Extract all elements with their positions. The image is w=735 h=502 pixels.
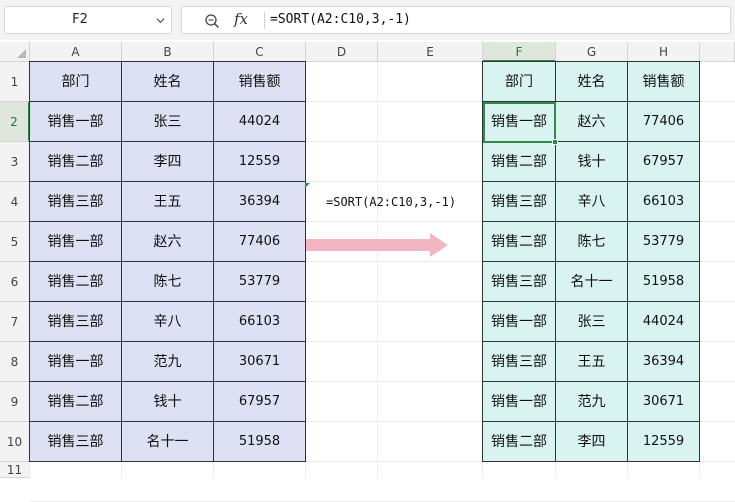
result-cell[interactable]: 30671 [628, 382, 700, 422]
source-cell[interactable]: 30671 [214, 342, 306, 382]
result-cell[interactable]: 67957 [628, 142, 700, 182]
active-cell-border[interactable] [483, 102, 556, 143]
column-header-h[interactable]: H [628, 42, 700, 62]
source-cell[interactable]: 李四 [122, 142, 214, 182]
row-header-4[interactable]: 4 [0, 182, 30, 222]
result-cell[interactable]: 李四 [556, 422, 628, 462]
formula-separator [264, 12, 265, 29]
source-cell[interactable]: 张三 [122, 102, 214, 142]
formula-annotation: =SORT(A2:C10,3,-1) [326, 195, 457, 209]
source-cell[interactable]: 44024 [214, 102, 306, 142]
column-header-e[interactable]: E [378, 42, 483, 62]
source-cell[interactable]: 赵六 [122, 222, 214, 262]
row-header-1[interactable]: 1 [0, 62, 30, 102]
result-cell[interactable]: 51958 [628, 262, 700, 302]
source-cell[interactable]: 销售二部 [29, 382, 122, 422]
source-cell[interactable]: 销售二部 [29, 262, 122, 302]
source-cell[interactable]: 陈七 [122, 262, 214, 302]
row-header-3[interactable]: 3 [0, 142, 30, 182]
formula-input[interactable]: fx =SORT(A2:C10,3,-1) [181, 6, 731, 34]
result-cell[interactable]: 12559 [628, 422, 700, 462]
row-header-11[interactable]: 11 [0, 462, 30, 478]
column-header-filler [700, 42, 735, 62]
select-all-corner[interactable] [0, 42, 30, 62]
result-cell[interactable]: 张三 [556, 302, 628, 342]
source-cell[interactable]: 36394 [214, 182, 306, 222]
result-cell[interactable]: 辛八 [556, 182, 628, 222]
result-cell[interactable]: 销售一部 [482, 302, 556, 342]
source-cell[interactable]: 销售三部 [29, 422, 122, 462]
row-header-8[interactable]: 8 [0, 342, 30, 382]
error-indicator [305, 183, 310, 188]
result-cell[interactable]: 赵六 [556, 102, 628, 142]
fill-handle[interactable] [552, 139, 558, 145]
result-cell[interactable]: 66103 [628, 182, 700, 222]
row-header-2[interactable]: 2 [0, 102, 30, 142]
result-cell[interactable]: 销售三部 [482, 182, 556, 222]
result-header-cell[interactable]: 姓名 [556, 61, 628, 102]
result-cell[interactable]: 钱十 [556, 142, 628, 182]
source-cell[interactable]: 66103 [214, 302, 306, 342]
select-all-icon[interactable] [17, 49, 26, 58]
source-cell[interactable]: 名十一 [122, 422, 214, 462]
row-header-6[interactable]: 6 [0, 262, 30, 302]
formula-bar-area: F2 fx =SORT(A2:C10,3,-1) [0, 0, 735, 40]
result-cell[interactable]: 销售三部 [482, 342, 556, 382]
row-header-9[interactable]: 9 [0, 382, 30, 422]
result-cell[interactable]: 44024 [628, 302, 700, 342]
source-header-cell[interactable]: 销售额 [214, 61, 306, 102]
source-cell[interactable]: 53779 [214, 262, 306, 302]
source-cell[interactable]: 销售一部 [29, 342, 122, 382]
result-cell[interactable]: 销售二部 [482, 222, 556, 262]
fx-icon[interactable]: fx [234, 10, 248, 28]
source-cell[interactable]: 67957 [214, 382, 306, 422]
source-cell[interactable]: 销售三部 [29, 302, 122, 342]
source-cell[interactable]: 销售二部 [29, 142, 122, 182]
result-cell[interactable]: 销售二部 [482, 422, 556, 462]
source-cell[interactable]: 辛八 [122, 302, 214, 342]
source-cell[interactable]: 77406 [214, 222, 306, 262]
source-header-cell[interactable]: 部门 [29, 61, 122, 102]
source-cell[interactable]: 销售三部 [29, 182, 122, 222]
row-header-10[interactable]: 10 [0, 422, 30, 462]
result-cell[interactable]: 销售二部 [482, 142, 556, 182]
source-cell[interactable]: 范九 [122, 342, 214, 382]
result-cell[interactable]: 销售三部 [482, 262, 556, 302]
source-header-cell[interactable]: 姓名 [122, 61, 214, 102]
result-cell[interactable]: 陈七 [556, 222, 628, 262]
source-cell[interactable]: 销售一部 [29, 222, 122, 262]
source-cell[interactable]: 王五 [122, 182, 214, 222]
result-cell[interactable]: 77406 [628, 102, 700, 142]
source-cell[interactable]: 51958 [214, 422, 306, 462]
source-cell[interactable]: 销售一部 [29, 102, 122, 142]
result-header-cell[interactable]: 销售额 [628, 61, 700, 102]
chevron-down-icon[interactable] [156, 16, 165, 25]
result-cell[interactable]: 王五 [556, 342, 628, 382]
column-header-f[interactable]: F [483, 42, 556, 62]
column-header-b[interactable]: B [122, 42, 214, 62]
result-cell[interactable]: 名十一 [556, 262, 628, 302]
row-header-5[interactable]: 5 [0, 222, 30, 262]
grid-line-vertical [377, 62, 378, 478]
source-cell[interactable]: 12559 [214, 142, 306, 182]
row-header-7[interactable]: 7 [0, 302, 30, 342]
result-header-cell[interactable]: 部门 [482, 61, 556, 102]
zoom-icon[interactable] [204, 13, 220, 29]
result-cell[interactable]: 53779 [628, 222, 700, 262]
column-header-g[interactable]: G [556, 42, 628, 62]
name-box-value[interactable]: F2 [5, 12, 155, 27]
column-header-d[interactable]: D [306, 42, 378, 62]
right-arrow-icon [306, 233, 448, 257]
name-box[interactable]: F2 [4, 6, 172, 34]
source-cell[interactable]: 钱十 [122, 382, 214, 422]
formula-text[interactable]: =SORT(A2:C10,3,-1) [270, 12, 411, 27]
result-cell[interactable]: 销售一部 [482, 382, 556, 422]
column-header-a[interactable]: A [30, 42, 122, 62]
column-header-c[interactable]: C [214, 42, 306, 62]
result-cell[interactable]: 范九 [556, 382, 628, 422]
result-cell[interactable]: 36394 [628, 342, 700, 382]
